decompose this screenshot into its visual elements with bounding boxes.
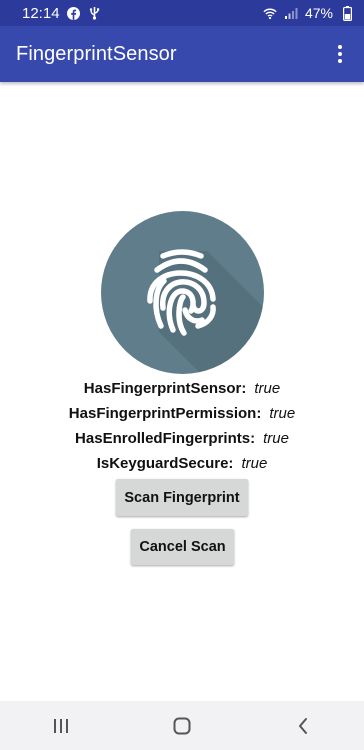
info-value: true (254, 380, 281, 397)
sensor-info-list: HasFingerprintSensor: true HasFingerprin… (0, 376, 364, 476)
status-right: 47% (263, 5, 354, 21)
status-left: 12:14 (22, 5, 102, 22)
app-title: FingerprintSensor (16, 42, 177, 65)
info-has-fingerprint-permission: HasFingerprintPermission: true (69, 401, 295, 426)
info-label: HasFingerprintPermission: (68, 405, 262, 422)
info-value: true (263, 430, 289, 447)
info-label: HasEnrolledFingerprints: (75, 430, 256, 447)
battery-percent: 47% (304, 5, 333, 21)
menu-dot (338, 52, 342, 56)
cancel-scan-button[interactable]: Cancel Scan (131, 529, 234, 565)
fingerprint-badge (101, 211, 264, 374)
info-is-keyguard-secure: IsKeyguardSecure: true (97, 451, 268, 476)
more-vert-icon[interactable] (328, 39, 352, 69)
usb-icon (88, 6, 102, 20)
navigation-bar (0, 701, 364, 750)
back-icon[interactable] (283, 706, 323, 746)
wifi-icon (263, 6, 277, 20)
status-time: 12:14 (22, 4, 60, 22)
recents-icon[interactable] (41, 706, 81, 746)
menu-dot (338, 45, 342, 49)
info-has-enrolled-fingerprints: HasEnrolledFingerprints: true (75, 426, 289, 451)
signal-icon (284, 6, 298, 20)
info-label: HasFingerprintSensor: (83, 380, 247, 397)
scan-fingerprint-button[interactable]: Scan Fingerprint (116, 479, 248, 516)
battery-icon (340, 5, 354, 21)
status-bar: 12:14 47% (0, 0, 364, 26)
fingerprint-icon (147, 249, 264, 374)
info-value: true (269, 405, 296, 422)
home-icon[interactable] (162, 706, 202, 746)
info-label: IsKeyguardSecure: (96, 455, 234, 472)
facebook-icon (67, 6, 81, 20)
info-has-fingerprint-sensor: HasFingerprintSensor: true (84, 376, 280, 401)
app-bar: FingerprintSensor (0, 26, 364, 82)
menu-dot (338, 59, 342, 63)
info-value: true (241, 455, 268, 472)
